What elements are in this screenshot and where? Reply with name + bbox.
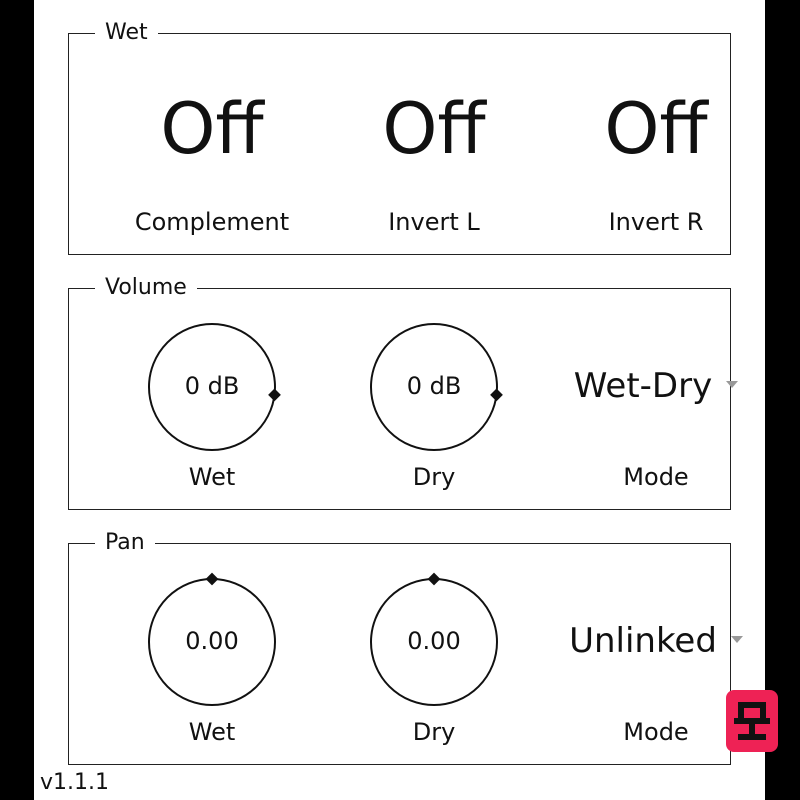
volume-dry-knob[interactable]: 0 dB	[324, 317, 544, 457]
volume-mode-value: Wet-Dry	[573, 366, 713, 406]
brand-logo-icon	[726, 690, 778, 752]
invert-l-label: Invert L	[388, 208, 480, 236]
volume-mode-select[interactable]: Wet-Dry	[546, 366, 766, 406]
knob-pointer	[427, 572, 441, 586]
invert-r-toggle[interactable]: Off	[546, 89, 766, 169]
wet-group-title: Wet	[95, 20, 158, 46]
complement-label: Complement	[134, 208, 290, 236]
invert-r-state: Off	[604, 88, 708, 170]
plugin-panel: Wet Off Complement Off Invert L Off Inve…	[34, 0, 778, 800]
pan-dry-knob[interactable]: 0.00	[324, 572, 544, 712]
volume-group-title: Volume	[95, 275, 197, 301]
chevron-down-icon	[730, 636, 743, 643]
complement-toggle[interactable]: Off	[102, 89, 322, 169]
volume-dry-value: 0 dB	[406, 372, 462, 400]
pan-mode-select[interactable]: Unlinked	[546, 621, 766, 661]
wet-group: Wet Off Complement Off Invert L Off Inve…	[68, 20, 731, 255]
pan-mode-value: Unlinked	[569, 621, 717, 661]
pan-wet-label: Wet	[188, 718, 236, 746]
volume-wet-value: 0 dB	[184, 372, 240, 400]
pan-dry-value: 0.00	[407, 627, 461, 655]
volume-wet-knob[interactable]: 0 dB	[102, 317, 322, 457]
pan-wet-knob[interactable]: 0.00	[102, 572, 322, 712]
volume-mode-label: Mode	[623, 463, 689, 491]
chevron-down-icon	[726, 381, 739, 388]
pan-wet-value: 0.00	[185, 627, 239, 655]
pan-dry-label: Dry	[412, 718, 456, 746]
volume-dry-label: Dry	[412, 463, 456, 491]
volume-group: Volume 0 dB Wet 0 dB Dry Wet-Dry Mode	[68, 275, 739, 510]
version-label: v1.1.1	[40, 770, 109, 795]
complement-state: Off	[160, 88, 264, 170]
invert-r-label: Invert R	[608, 208, 704, 236]
invert-l-toggle[interactable]: Off	[324, 89, 544, 169]
volume-wet-label: Wet	[188, 463, 236, 491]
pan-group-title: Pan	[95, 530, 155, 556]
knob-pointer	[205, 572, 219, 586]
invert-l-state: Off	[382, 88, 486, 170]
pan-group: Pan 0.00 Wet 0.00 Dry Unlinked Mode	[68, 530, 743, 765]
